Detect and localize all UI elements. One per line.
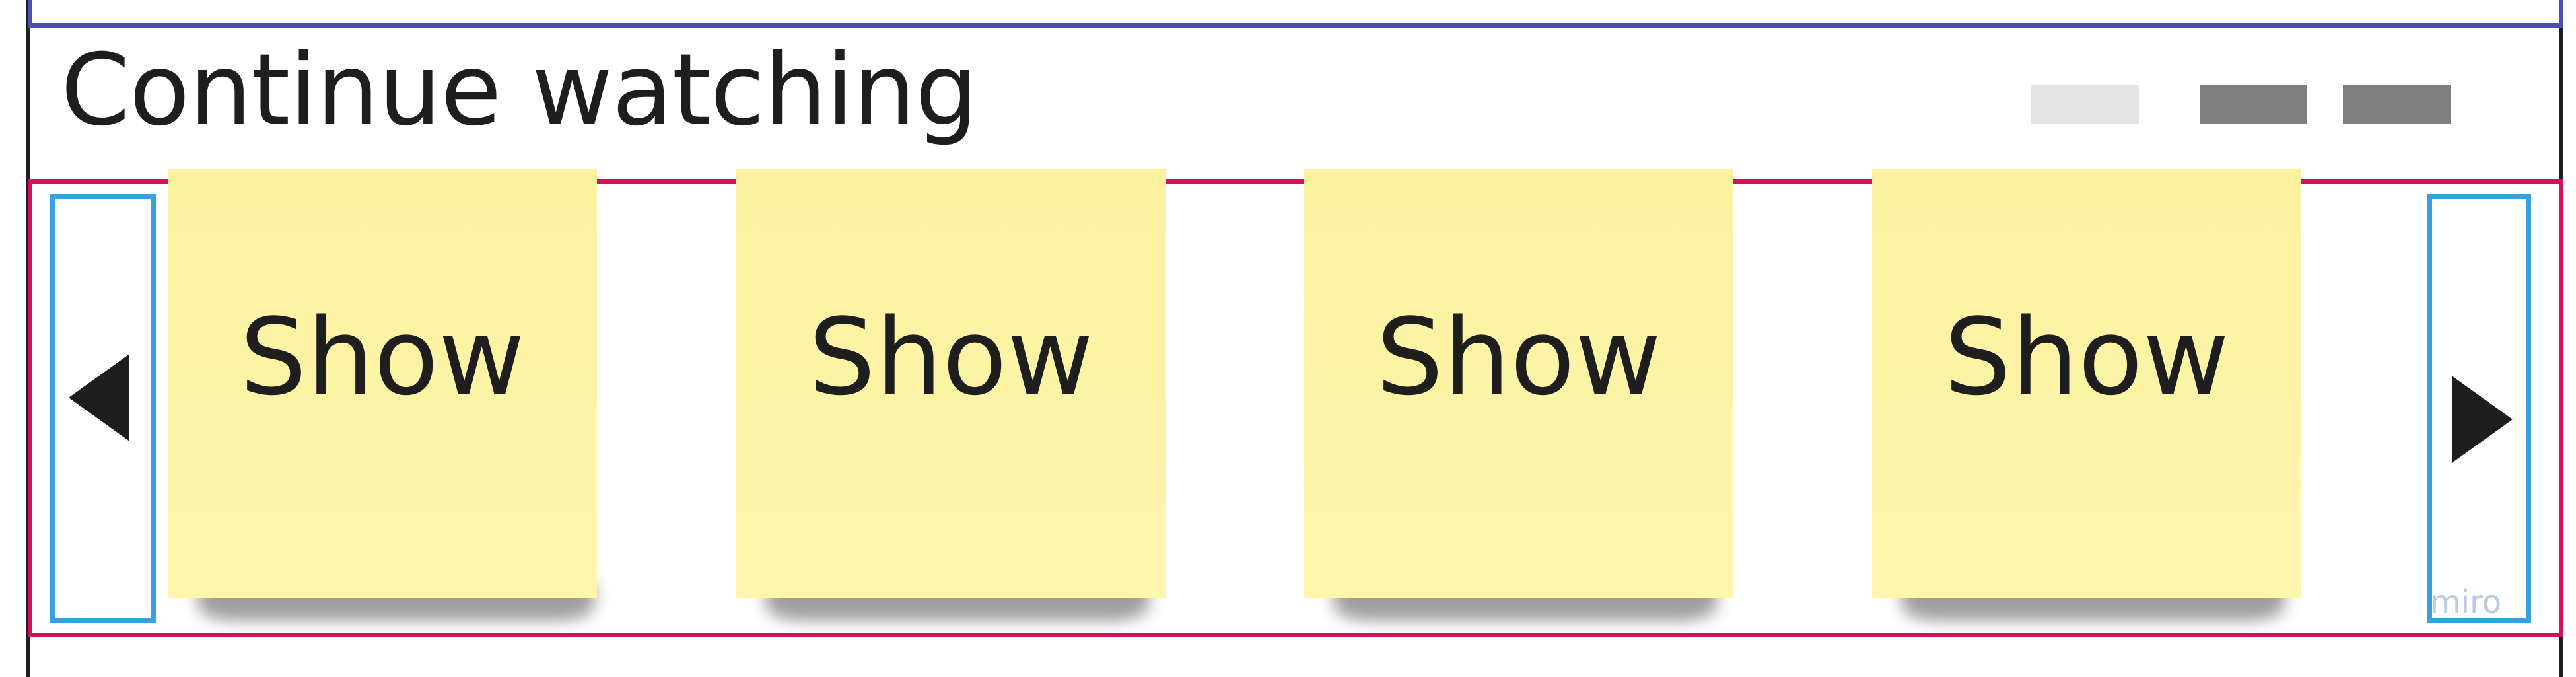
show-card-label: Show	[1376, 295, 1661, 419]
triangle-right-icon	[2452, 376, 2513, 463]
miro-watermark: miro	[2430, 584, 2502, 621]
pagination-dot-2[interactable]	[2200, 85, 2307, 124]
show-card-label: Show	[240, 295, 525, 419]
show-card-2[interactable]: Show	[736, 169, 1166, 598]
section-title: Continue watching	[61, 33, 978, 148]
pagination-dot-3[interactable]	[2343, 85, 2451, 124]
show-card-4[interactable]: Show	[1872, 169, 2301, 598]
show-card-3[interactable]: Show	[1304, 169, 1733, 598]
top-section-band	[28, 0, 2563, 28]
show-card-label: Show	[808, 295, 1094, 419]
pagination-dot-1[interactable]	[2031, 85, 2139, 124]
triangle-left-icon	[69, 354, 129, 441]
show-card-label: Show	[1944, 295, 2229, 419]
show-card-1[interactable]: Show	[168, 169, 597, 598]
